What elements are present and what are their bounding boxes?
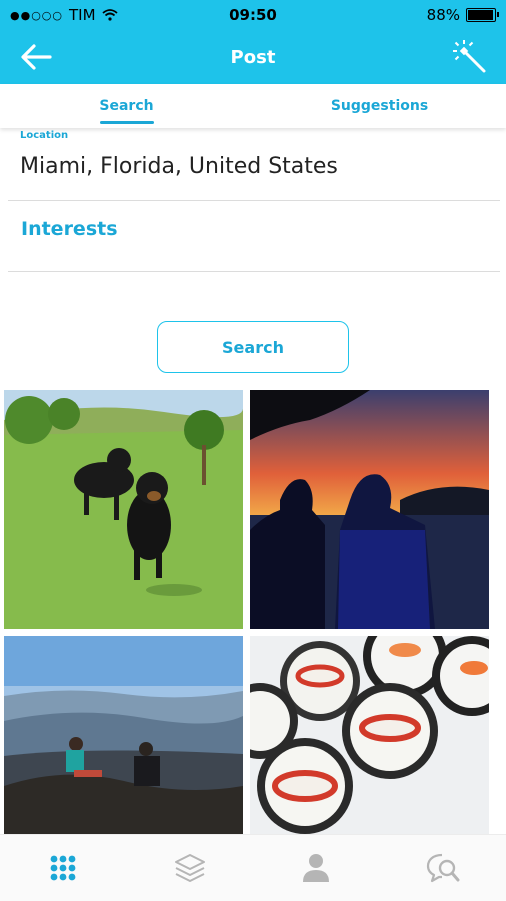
nav-grid-button[interactable] — [38, 843, 88, 893]
dogs-in-field-photo[interactable] — [4, 390, 243, 629]
page-title: Post — [230, 46, 276, 68]
nav-layers-button[interactable] — [165, 843, 215, 893]
sushi-photo[interactable] — [250, 636, 489, 834]
nav-profile-button[interactable] — [291, 843, 341, 893]
sunset-silhouettes-photo[interactable] — [250, 390, 489, 629]
carrier-label: TIM — [69, 6, 96, 24]
wifi-icon — [101, 9, 118, 21]
battery-percent: 88% — [426, 6, 460, 24]
battery-icon — [466, 8, 499, 22]
arrow-left-icon[interactable] — [18, 41, 54, 73]
nav-chat-button[interactable] — [418, 843, 468, 893]
status-left: ●●○○○ TIM — [10, 6, 118, 24]
divider — [8, 271, 500, 272]
status-bar: ●●○○○ TIM 09:50 88% — [0, 0, 506, 30]
tab-bar: Search Suggestions — [0, 84, 506, 128]
location-label: Location — [20, 130, 69, 141]
bottom-navigation — [0, 834, 506, 901]
tab-suggestions[interactable]: Suggestions — [253, 84, 506, 128]
location-field[interactable]: Miami, Florida, United States — [20, 154, 338, 179]
search-button[interactable]: Search — [157, 321, 349, 373]
status-right: 88% — [426, 6, 499, 24]
app-header: Post — [0, 30, 506, 84]
tab-search[interactable]: Search — [0, 84, 253, 128]
person-icon — [303, 854, 330, 882]
grid-icon — [50, 855, 76, 881]
divider — [8, 200, 500, 201]
mountain-view-photo[interactable] — [4, 636, 243, 834]
layers-icon — [174, 854, 205, 882]
chat-search-icon — [426, 853, 460, 883]
signal-dots-icon: ●●○○○ — [10, 8, 63, 22]
photo-grid — [0, 390, 506, 834]
interests-field[interactable]: Interests — [21, 218, 118, 240]
magic-wand-icon[interactable] — [452, 39, 488, 75]
